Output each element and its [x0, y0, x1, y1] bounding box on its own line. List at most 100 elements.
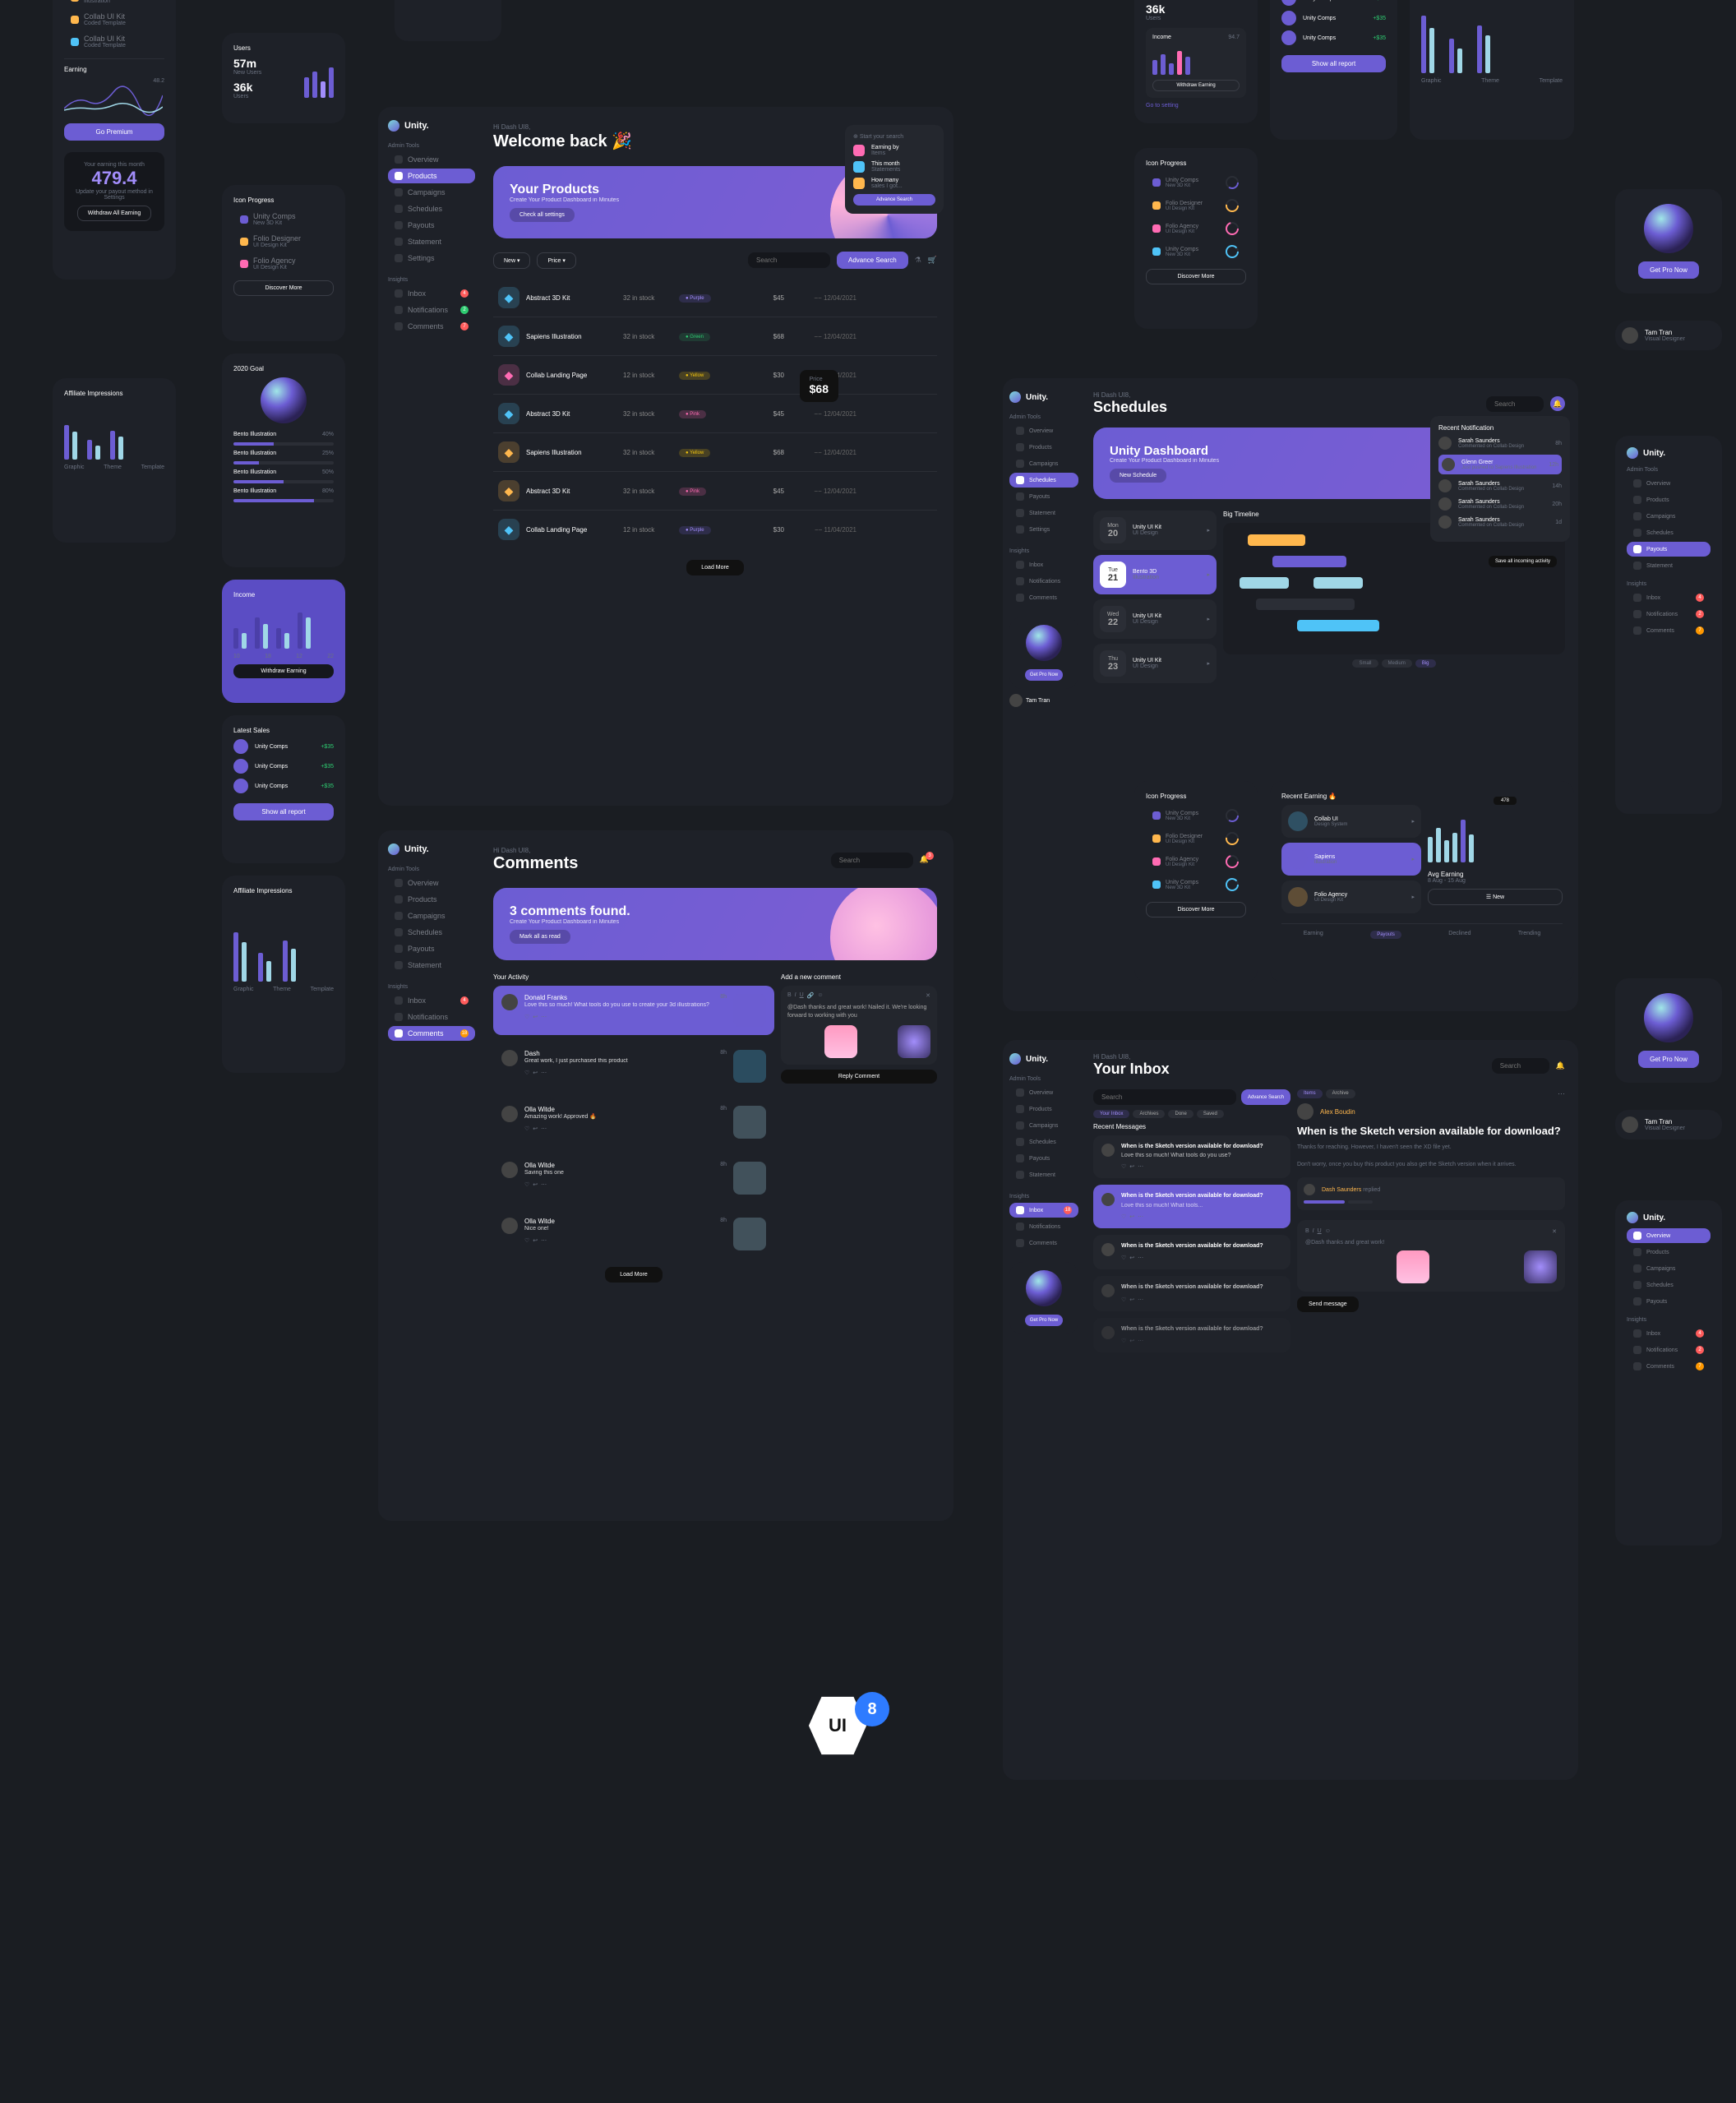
nav-overview[interactable]: Overview: [1009, 1085, 1078, 1100]
progress-item[interactable]: Unity CompsNew 3D Kit: [1146, 172, 1246, 193]
advance-search-button-2[interactable]: Advance Search: [837, 252, 908, 269]
inbox-chip[interactable]: Your Inbox: [1093, 1110, 1129, 1118]
reply-icon[interactable]: ↩: [533, 1070, 538, 1076]
user-footer[interactable]: Tam Tran: [1009, 694, 1078, 707]
like-icon[interactable]: ♡: [524, 1125, 529, 1132]
timeline-tab[interactable]: Medium: [1382, 659, 1412, 668]
nav-products[interactable]: Products: [388, 892, 475, 907]
activity-item[interactable]: Donald Franks8hLove this so much! What t…: [493, 986, 774, 1035]
get-pro-button[interactable]: Get Pro Now: [1025, 1315, 1063, 1326]
nav-notifications[interactable]: Notifications: [1009, 1219, 1078, 1234]
nav-settings[interactable]: Settings: [388, 251, 475, 266]
reply-icon[interactable]: ↩: [1129, 1163, 1134, 1170]
nav-products[interactable]: Products: [1009, 440, 1078, 455]
withdraw-button[interactable]: Withdraw All Earning: [77, 206, 152, 221]
withdraw-earning-button[interactable]: Withdraw Earning: [233, 664, 334, 678]
discover-more-button[interactable]: Discover More: [233, 280, 334, 296]
more-icon[interactable]: ⋯: [1138, 1163, 1143, 1170]
more-icon[interactable]: ⋯: [541, 1070, 547, 1076]
discover-more-button[interactable]: Discover More: [1146, 902, 1246, 917]
underline-icon[interactable]: U: [1318, 1228, 1322, 1235]
gantt-bar[interactable]: [1240, 577, 1289, 589]
timeline-tab[interactable]: Small: [1352, 659, 1378, 668]
italic-icon[interactable]: I: [1313, 1228, 1314, 1235]
product-row[interactable]: ◆ Sapiens Illustration 32 in stock ● Gre…: [493, 317, 937, 355]
reply-icon[interactable]: ↩: [533, 1237, 538, 1244]
bell-icon[interactable]: 🔔: [1556, 1061, 1565, 1070]
like-icon[interactable]: ♡: [524, 1181, 529, 1188]
earning-tab[interactable]: Declined: [1448, 931, 1471, 939]
nav-overview[interactable]: Overview: [388, 876, 475, 890]
get-pro-button[interactable]: Get Pro Now: [1638, 1051, 1699, 1068]
reply-editor[interactable]: B I U ☺ ✕ @Dash thanks and great work!: [1297, 1220, 1565, 1292]
nav-inbox[interactable]: Inbox18: [1009, 1203, 1078, 1218]
search-row[interactable]: This monthStatements: [853, 161, 935, 173]
load-more-button[interactable]: Load More: [686, 560, 743, 575]
mobile-list-item[interactable]: Collab UI KitCoded Template: [64, 9, 164, 30]
sale-row[interactable]: Unity Comps+$35: [233, 779, 334, 793]
mark-read-button[interactable]: Mark all as read: [510, 930, 570, 944]
more-icon[interactable]: ⋯: [541, 1181, 547, 1188]
nav-schedules[interactable]: Schedules: [388, 925, 475, 940]
nav-item[interactable]: Notifications2: [1627, 607, 1711, 622]
nav-comments[interactable]: Comments18: [388, 1026, 475, 1041]
get-pro-button[interactable]: Get Pro Now: [1638, 261, 1699, 279]
italic-icon[interactable]: I: [795, 992, 796, 999]
message-card[interactable]: When is the Sketch version available for…: [1093, 1185, 1290, 1227]
like-icon[interactable]: ♡: [1121, 1213, 1126, 1220]
close-icon[interactable]: ✕: [926, 992, 930, 999]
user-footer-right[interactable]: Tam TranVisual Designer: [1615, 321, 1722, 350]
search-input[interactable]: [1492, 1058, 1549, 1074]
discover-more-button[interactable]: Discover More: [1146, 269, 1246, 284]
thread-chip[interactable]: Items: [1297, 1089, 1323, 1098]
like-icon[interactable]: ♡: [524, 1014, 529, 1020]
nav-item[interactable]: Overview: [1627, 476, 1711, 491]
advance-search-button[interactable]: Advance Search: [853, 194, 935, 206]
nav-item[interactable]: Campaigns: [1627, 509, 1711, 524]
reply-icon[interactable]: ↩: [533, 1181, 538, 1188]
attachment-thumb[interactable]: [898, 1025, 930, 1058]
nav-overview[interactable]: Overview: [388, 152, 475, 167]
go-setting-link[interactable]: Go to setting: [1146, 103, 1246, 109]
nav-schedules[interactable]: Schedules: [1009, 473, 1078, 488]
nav-item[interactable]: Schedules: [1627, 1278, 1711, 1292]
nav-item[interactable]: Notifications2: [1627, 1343, 1711, 1357]
message-card[interactable]: When is the Sketch version available for…: [1093, 1318, 1290, 1352]
gantt-bar[interactable]: [1297, 620, 1379, 631]
thread-chip[interactable]: Archive: [1326, 1089, 1355, 1098]
more-icon[interactable]: ⋯: [541, 1237, 547, 1244]
timeline-tab[interactable]: Big: [1415, 659, 1436, 668]
bell-icon[interactable]: 🔔: [1550, 396, 1565, 411]
bold-icon[interactable]: B: [787, 992, 792, 999]
nav-notifications[interactable]: Notifications: [388, 1010, 475, 1024]
more-icon[interactable]: ⋯: [1138, 1255, 1143, 1261]
earning-tab[interactable]: Trending: [1518, 931, 1540, 939]
earning-item[interactable]: Collab UIDesign System▸: [1281, 805, 1421, 838]
nav-payouts[interactable]: Payouts: [1009, 489, 1078, 504]
message-card[interactable]: When is the Sketch version available for…: [1093, 1235, 1290, 1269]
notification-row[interactable]: Glenn GreerJust pushed to Sapiens Illust…: [1438, 455, 1562, 474]
mobile-list-item[interactable]: Collab UI KitCoded Template: [64, 31, 164, 52]
nav-item[interactable]: Inbox4: [1627, 590, 1711, 605]
nav-campaigns[interactable]: Campaigns: [1009, 456, 1078, 471]
nav-item[interactable]: Statement: [1627, 558, 1711, 573]
notification-row[interactable]: Sarah SaundersCommented on Collab Design…: [1438, 437, 1562, 450]
like-icon[interactable]: ♡: [1121, 1255, 1126, 1261]
product-row[interactable]: ◆ Collab Landing Page 12 in stock ● Purp…: [493, 510, 937, 548]
nav-payouts[interactable]: Payouts: [388, 218, 475, 233]
nav-inbox[interactable]: Inbox4: [388, 286, 475, 301]
nav-item[interactable]: Comments7: [1627, 1359, 1711, 1374]
filter-price[interactable]: Price ▾: [537, 252, 575, 269]
get-pro-button[interactable]: Get Pro Now: [1025, 669, 1063, 681]
progress-item[interactable]: Folio AgencyUI Design Kit: [233, 253, 334, 274]
more-icon[interactable]: ⋯: [541, 1014, 547, 1020]
load-more-button-2[interactable]: Load More: [605, 1267, 662, 1283]
nav-statement[interactable]: Statement: [1009, 1167, 1078, 1182]
nav-campaigns[interactable]: Campaigns: [388, 908, 475, 923]
like-icon[interactable]: ♡: [524, 1237, 529, 1244]
product-row[interactable]: ◆ Sapiens Illustration 32 in stock ● Yel…: [493, 432, 937, 471]
filter-new[interactable]: New ▾: [493, 252, 530, 269]
nav-comments[interactable]: Comments7: [388, 319, 475, 334]
search-row[interactable]: How manysales I got...: [853, 178, 935, 189]
message-card[interactable]: When is the Sketch version available for…: [1093, 1135, 1290, 1178]
